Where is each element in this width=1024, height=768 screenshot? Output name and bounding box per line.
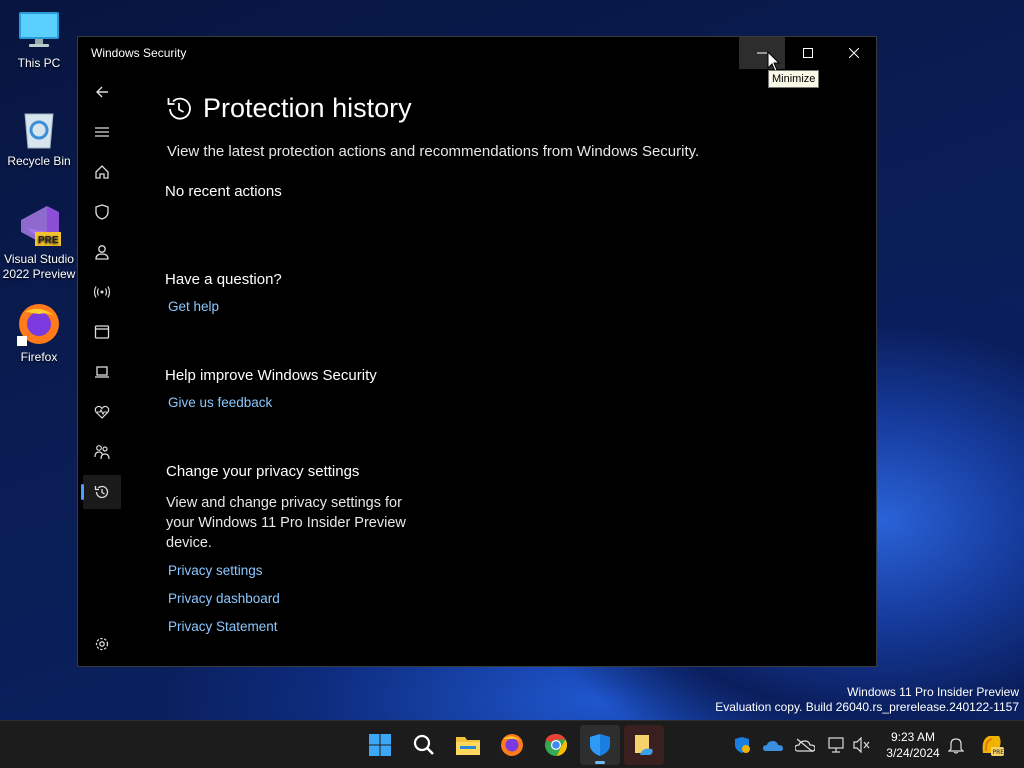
copilot-button[interactable]: PRE bbox=[979, 733, 1005, 757]
onedrive-icon bbox=[763, 741, 783, 751]
watermark-line: Evaluation copy. Build 26040.rs_prerelea… bbox=[715, 700, 1019, 714]
nav-family-options[interactable] bbox=[83, 435, 121, 469]
clock-time: 9:23 AM bbox=[890, 730, 936, 744]
privacy-statement-link[interactable]: Privacy Statement bbox=[168, 619, 278, 634]
clock-date: 3/24/2024 bbox=[886, 746, 940, 760]
menu-icon bbox=[95, 127, 109, 137]
maximize-button[interactable] bbox=[785, 37, 831, 69]
taskbar-file-explorer[interactable] bbox=[448, 725, 488, 765]
taskbar-chrome[interactable] bbox=[536, 725, 576, 765]
home-icon bbox=[95, 165, 109, 179]
back-button[interactable] bbox=[83, 75, 121, 109]
network-tray-icon bbox=[828, 737, 844, 753]
nav-app-browser-control[interactable] bbox=[83, 315, 121, 349]
taskbar-firefox[interactable] bbox=[492, 725, 532, 765]
search-icon bbox=[413, 734, 434, 755]
desktop-icon-visual-studio[interactable]: PRE Visual Studio 2022 Preview bbox=[0, 204, 78, 282]
nav-account-protection[interactable] bbox=[83, 235, 121, 269]
bell-icon bbox=[948, 738, 964, 754]
tray-volume[interactable] bbox=[850, 733, 874, 757]
page-title-text: Protection history bbox=[203, 93, 412, 123]
notes-icon bbox=[635, 735, 653, 755]
nav-settings[interactable] bbox=[83, 627, 121, 661]
start-button[interactable] bbox=[360, 725, 400, 765]
minimize-tooltip: Minimize bbox=[768, 70, 820, 88]
visual-studio-icon: PRE bbox=[17, 204, 61, 248]
privacy-heading: Change your privacy settings bbox=[166, 463, 360, 480]
nav-firewall[interactable] bbox=[83, 275, 121, 309]
start-icon bbox=[369, 734, 391, 756]
desktop-icon-firefox[interactable]: Firefox bbox=[0, 302, 78, 365]
desktop-icon-recycle-bin[interactable]: Recycle Bin bbox=[0, 106, 78, 169]
firefox-icon bbox=[17, 302, 61, 346]
svg-text:PRE: PRE bbox=[993, 749, 1005, 756]
history-icon bbox=[167, 97, 191, 120]
recycle-bin-icon bbox=[17, 106, 61, 150]
nav-device-health[interactable] bbox=[83, 395, 121, 429]
nav-device-security[interactable] bbox=[83, 355, 121, 389]
privacy-text: View and change privacy settings for you… bbox=[166, 495, 406, 551]
desktop-icon-label: This PC bbox=[17, 56, 61, 70]
preview-badge: PRE bbox=[38, 235, 59, 246]
page-description: View the latest protection actions and r… bbox=[167, 143, 700, 160]
settings-icon bbox=[95, 637, 109, 651]
cloud-offline-icon bbox=[795, 738, 815, 752]
active-indicator bbox=[595, 761, 605, 764]
file-explorer-icon bbox=[456, 737, 480, 755]
windows-security-window: Windows Security Minimize Protection his… bbox=[77, 36, 877, 667]
desktop-icon-label: 2022 Preview bbox=[2, 267, 76, 281]
minimize-icon bbox=[757, 52, 767, 54]
close-icon bbox=[849, 48, 859, 58]
device-security-icon bbox=[95, 366, 109, 378]
close-button[interactable] bbox=[831, 37, 877, 69]
chrome-icon bbox=[545, 733, 568, 756]
shield-icon bbox=[95, 204, 109, 220]
question-heading: Have a question? bbox=[165, 271, 282, 288]
menu-button[interactable] bbox=[83, 115, 121, 149]
left-navigation bbox=[78, 73, 124, 663]
privacy-settings-link[interactable]: Privacy settings bbox=[168, 563, 263, 578]
tray-network[interactable] bbox=[825, 733, 849, 757]
watermark-line: Windows 11 Pro Insider Preview bbox=[847, 685, 1019, 699]
account-icon bbox=[95, 245, 109, 260]
desktop-icon-this-pc[interactable]: This PC bbox=[0, 8, 78, 71]
title-bar[interactable]: Windows Security bbox=[78, 37, 876, 69]
taskbar-windows-security[interactable] bbox=[580, 725, 620, 765]
page-title: Protection history bbox=[165, 93, 412, 124]
get-help-link[interactable]: Get help bbox=[168, 299, 219, 314]
family-icon bbox=[94, 445, 110, 460]
feedback-link[interactable]: Give us feedback bbox=[168, 395, 272, 410]
taskbar-clock[interactable]: 9:23 AM 3/24/2024 bbox=[880, 729, 946, 761]
copilot-preview-icon: PRE bbox=[982, 736, 1005, 756]
desktop-icon-label: Recycle Bin bbox=[7, 154, 71, 168]
health-icon bbox=[94, 405, 110, 419]
firefox-icon bbox=[501, 734, 523, 756]
defender-tray-icon bbox=[735, 737, 750, 753]
app-browser-icon bbox=[94, 325, 110, 339]
evaluation-watermark: Windows 11 Pro Insider Preview Evaluatio… bbox=[715, 685, 1019, 715]
tray-onedrive[interactable] bbox=[761, 733, 785, 757]
nav-protection-history[interactable] bbox=[81, 475, 121, 509]
notification-button[interactable] bbox=[944, 733, 968, 757]
window-title: Windows Security bbox=[91, 46, 187, 60]
taskbar-search-button[interactable] bbox=[404, 725, 444, 765]
taskbar-notes-app[interactable] bbox=[624, 725, 664, 765]
privacy-dashboard-link[interactable]: Privacy dashboard bbox=[168, 591, 280, 606]
no-recent-actions: No recent actions bbox=[165, 183, 282, 200]
windows-security-icon bbox=[590, 734, 610, 756]
taskbar: 9:23 AM 3/24/2024 PRE bbox=[0, 720, 1024, 768]
improve-heading: Help improve Windows Security bbox=[165, 367, 377, 384]
network-icon bbox=[93, 286, 111, 298]
tray-onedrive-offline[interactable] bbox=[793, 733, 817, 757]
nav-home[interactable] bbox=[83, 155, 121, 189]
desktop-icon-label: Firefox bbox=[20, 350, 58, 364]
maximize-icon bbox=[803, 48, 813, 58]
desktop-icon-label: Visual Studio bbox=[4, 252, 74, 266]
nav-virus-protection[interactable] bbox=[83, 195, 121, 229]
monitor-icon bbox=[17, 8, 61, 52]
back-icon bbox=[96, 86, 108, 98]
history-icon bbox=[94, 485, 109, 499]
tray-defender[interactable] bbox=[730, 733, 754, 757]
volume-muted-icon bbox=[853, 737, 870, 753]
